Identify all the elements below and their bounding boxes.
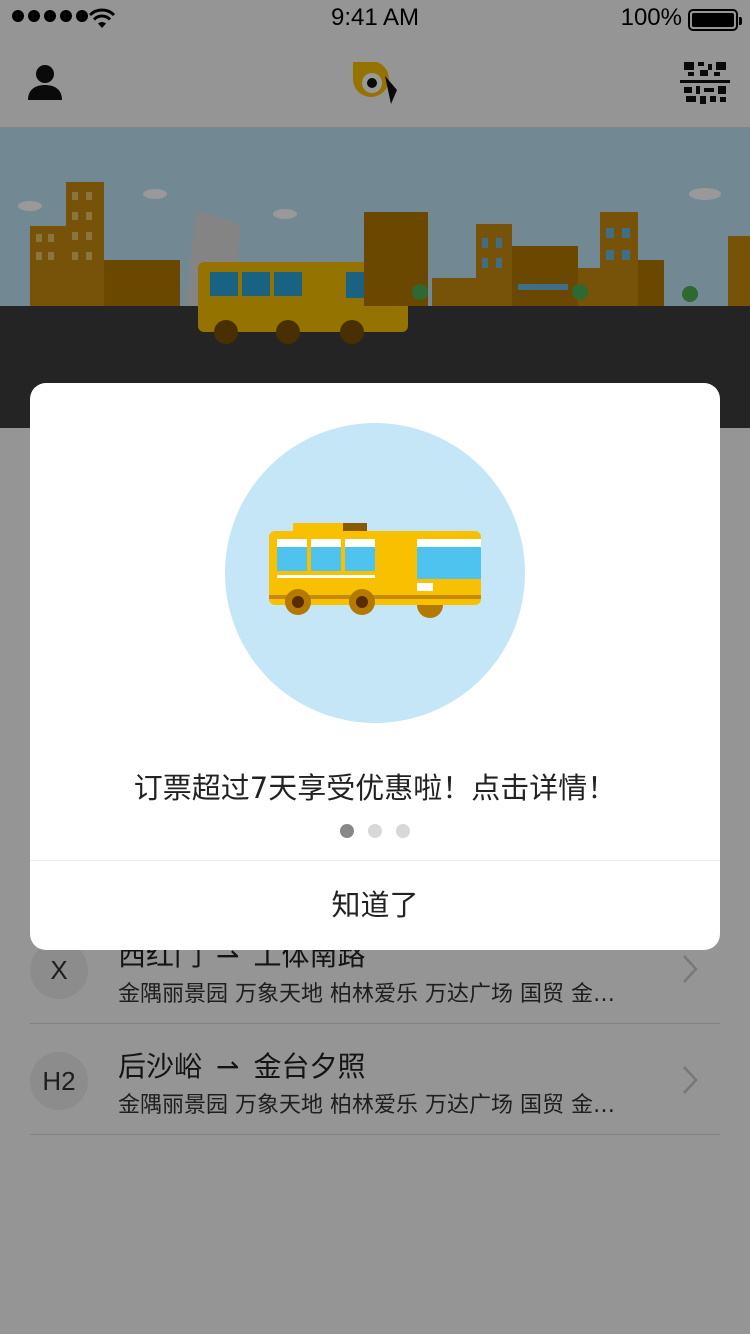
promo-message[interactable]: 订票超过7天享受优惠啦！点击详情！ — [30, 765, 720, 807]
promo-dialog: 订票超过7天享受优惠啦！点击详情！ 知道了 — [30, 383, 720, 950]
page-dot — [396, 824, 410, 838]
bus-icon — [269, 523, 481, 618]
got-it-button[interactable]: 知道了 — [30, 861, 720, 950]
page-dot-active — [340, 824, 354, 838]
page-indicator — [30, 824, 720, 838]
page-dot — [368, 824, 382, 838]
